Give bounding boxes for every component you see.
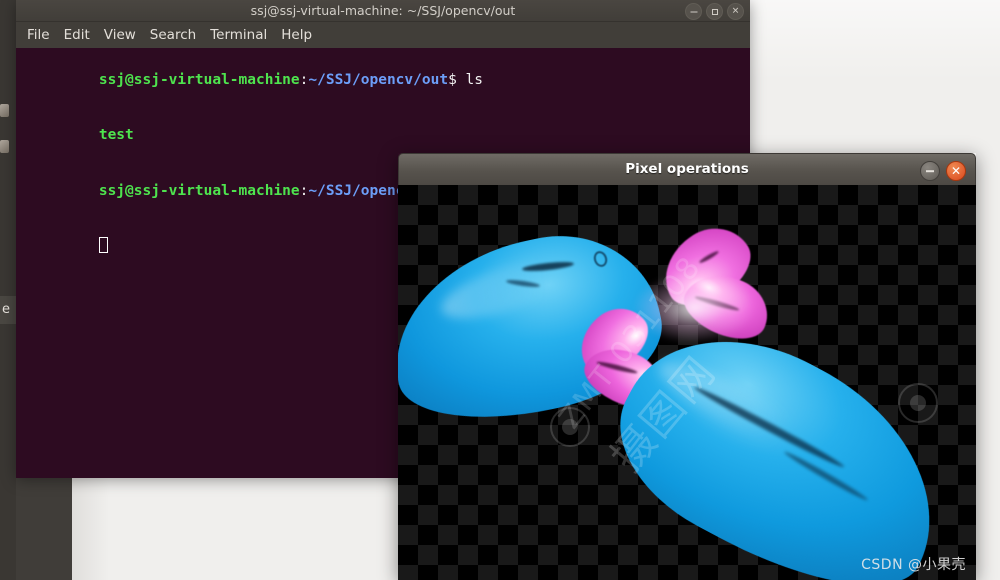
viewer-close-icon[interactable]: ✕ [946,161,966,181]
desktop-root: e ssj@ssj-virtual-machine: ~/SSJ/opencv/… [0,0,1000,580]
terminal-output-text: test [98,127,134,143]
terminal-window-controls: ✕ [685,3,744,20]
terminal-minimize-icon[interactable] [685,3,702,20]
menu-view[interactable]: View [104,27,136,43]
menu-edit[interactable]: Edit [64,27,90,43]
prompt-user: ssj@ssj-virtual-machine [98,71,300,88]
terminal-maximize-icon[interactable] [706,3,723,20]
viewer-titlebar[interactable]: Pixel operations ✕ [398,153,976,185]
viewer-minimize-icon[interactable] [920,161,940,181]
menu-search[interactable]: Search [150,27,196,43]
prompt-path: ~/SSJ/opencv/out [308,71,449,88]
image-canvas[interactable]: ZMT 031108 摄图网 CSDN @小果壳 [398,185,976,580]
menu-file[interactable]: File [27,27,50,43]
stock-watermark-logo-icon [898,383,938,423]
dock-app-icon-1[interactable] [0,104,9,117]
image-viewer-window[interactable]: Pixel operations ✕ 摄图网 CSDN @小果壳 [398,153,976,580]
menu-terminal[interactable]: Terminal [210,27,267,43]
prompt-user: ssj@ssj-virtual-machine [98,182,300,199]
terminal-line: ssj@ssj-virtual-machine:~/SSJ/opencv/out… [29,52,750,108]
viewer-window-controls: ✕ [920,161,966,181]
terminal-title: ssj@ssj-virtual-machine: ~/SSJ/opencv/ou… [250,3,516,18]
terminal-close-icon[interactable]: ✕ [727,3,744,20]
ubuntu-launcher[interactable] [0,0,16,580]
dock-app-icon-2[interactable] [0,140,9,153]
terminal-command: $ ls [448,71,483,88]
terminal-titlebar[interactable]: ssj@ssj-virtual-machine: ~/SSJ/opencv/ou… [16,0,750,22]
terminal-cursor [98,237,108,253]
terminal-menubar: File Edit View Search Terminal Help [16,22,750,48]
viewer-title: Pixel operations [625,161,749,177]
petal-center-glow [634,273,754,343]
stock-watermark-logo-icon [550,407,590,447]
menu-help[interactable]: Help [281,27,312,43]
